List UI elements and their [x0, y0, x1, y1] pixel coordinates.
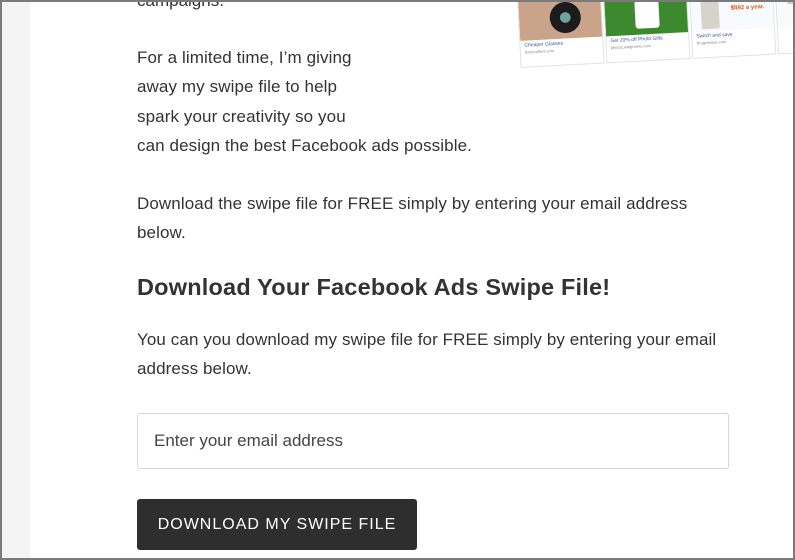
- image-placeholder-icon: ▦: [786, 0, 795, 6]
- ad-examples-collage: Cheaper Glasses lenscrafters.com Get 20%…: [517, 0, 795, 72]
- cutoff-text: campaigns.: [137, 0, 224, 10]
- intro-line: For a limited time, I’m giving: [137, 48, 352, 67]
- intro-line: away my swipe file to help: [137, 77, 338, 97]
- ad-preview: Get 20% off Photo Gifts photo2.walgreens…: [602, 0, 691, 64]
- ad-preview: Cheaper Glasses lenscrafters.com: [517, 0, 605, 68]
- ad-preview: SAVE an average of $492 a year. Switch a…: [688, 0, 777, 59]
- mug-image: [634, 0, 660, 29]
- ad-preview: ▦: [774, 0, 795, 55]
- page-content: campaigns. Cheaper Glasses lenscrafters.…: [30, 0, 795, 560]
- ad-image: [603, 0, 691, 37]
- intro-line: spark your creativity so you: [137, 106, 346, 126]
- download-paragraph: Download the swipe file for FREE simply …: [137, 194, 688, 243]
- ad-image: [518, 0, 605, 41]
- email-input[interactable]: [137, 413, 729, 469]
- intro-line: can design the best Facebook ads possibl…: [137, 135, 472, 155]
- ad-offer-amount: $492 a year.: [730, 4, 765, 12]
- intro-paragraph: For a limited time, I’m giving away my s…: [137, 43, 477, 160]
- ad-image: ▦: [775, 0, 795, 28]
- person-image: [700, 0, 720, 30]
- optin-paragraph: You can you download my swipe file for F…: [137, 330, 717, 379]
- section-heading: Download Your Facebook Ads Swipe File!: [137, 274, 611, 300]
- ad-image: SAVE an average of $492 a year.: [689, 0, 776, 32]
- download-button[interactable]: DOWNLOAD MY SWIPE FILE: [137, 499, 417, 550]
